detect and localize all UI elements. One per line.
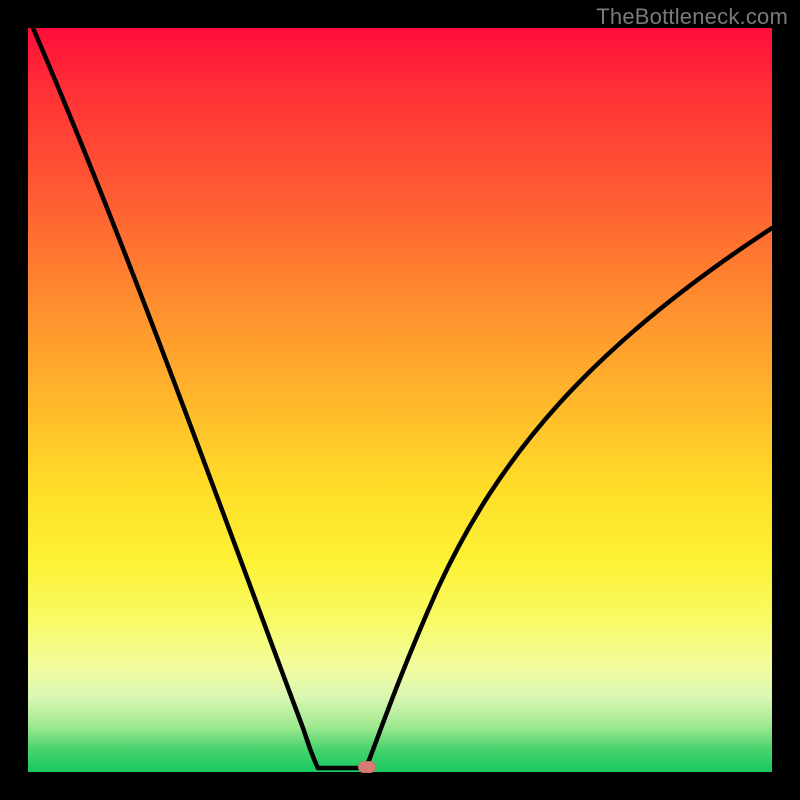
bottleneck-curve: [28, 28, 772, 772]
curve-left-branch: [33, 28, 318, 768]
watermark-text: TheBottleneck.com: [596, 4, 788, 30]
chart-frame: TheBottleneck.com: [0, 0, 800, 800]
optimal-marker: [358, 761, 376, 773]
curve-right-branch: [366, 228, 772, 768]
plot-area: [28, 28, 772, 772]
